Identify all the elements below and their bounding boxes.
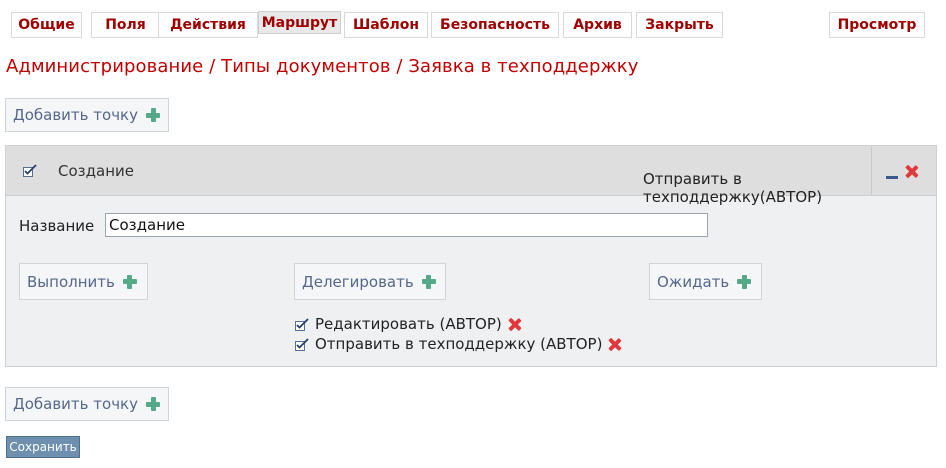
plus-icon bbox=[122, 274, 137, 289]
add-point-button-bottom[interactable]: Добавить точку bbox=[5, 387, 169, 421]
step-title: Создание bbox=[58, 162, 134, 180]
execute-label: Выполнить bbox=[27, 272, 115, 291]
wait-add-button[interactable]: Ожидать bbox=[649, 263, 762, 300]
tab-fields[interactable]: Поля bbox=[91, 12, 160, 38]
delegate-action-label: Отправить в техподдержку (АВТОР) bbox=[315, 335, 603, 353]
delete-action-icon[interactable] bbox=[508, 318, 521, 331]
tab-template[interactable]: Шаблон bbox=[344, 12, 428, 38]
add-point-button-top[interactable]: Добавить точку bbox=[5, 98, 169, 132]
checkbox-edit-icon bbox=[23, 164, 37, 177]
delegate-label: Делегировать bbox=[302, 272, 414, 291]
plus-icon bbox=[146, 108, 160, 122]
step-name-input[interactable] bbox=[105, 213, 708, 237]
delegate-add-button[interactable]: Делегировать bbox=[294, 263, 446, 300]
delete-action-icon[interactable] bbox=[608, 338, 621, 351]
wait-label: Ожидать bbox=[657, 272, 730, 291]
plus-icon bbox=[737, 274, 752, 289]
step-body: Название Выполнить Делегировать Ожидать … bbox=[5, 196, 937, 367]
name-label: Название bbox=[19, 217, 95, 235]
delegate-action-label: Редактировать (АВТОР) bbox=[315, 315, 502, 333]
save-button[interactable]: Сохранить bbox=[6, 436, 80, 458]
plus-icon bbox=[146, 397, 160, 411]
tab-route[interactable]: Маршрут bbox=[258, 11, 341, 34]
delegate-action-item: Отправить в техподдержку (АВТОР) bbox=[295, 335, 621, 353]
execute-add-button[interactable]: Выполнить bbox=[19, 263, 148, 300]
wait-action-text: Отправить в техподдержку(АВТОР) bbox=[643, 170, 823, 206]
tab-preview[interactable]: Просмотр bbox=[829, 12, 925, 38]
tab-actions[interactable]: Действия bbox=[158, 12, 258, 38]
tab-archive[interactable]: Архив bbox=[563, 12, 632, 38]
collapse-icon[interactable] bbox=[886, 176, 898, 179]
tab-general[interactable]: Общие bbox=[11, 12, 82, 38]
checkbox-edit-icon bbox=[295, 337, 309, 351]
plus-icon bbox=[421, 274, 436, 289]
delegate-action-item: Редактировать (АВТОР) bbox=[295, 315, 521, 333]
tab-security[interactable]: Безопасность bbox=[431, 12, 559, 38]
delete-step-icon[interactable] bbox=[905, 165, 918, 178]
checkbox-edit-icon bbox=[295, 317, 309, 331]
tab-close[interactable]: Закрыть bbox=[636, 12, 723, 38]
add-point-label: Добавить точку bbox=[13, 106, 138, 124]
breadcrumb: Администрирование / Типы документов / За… bbox=[6, 56, 639, 77]
header-divider bbox=[871, 146, 872, 195]
add-point-label: Добавить точку bbox=[13, 395, 138, 413]
